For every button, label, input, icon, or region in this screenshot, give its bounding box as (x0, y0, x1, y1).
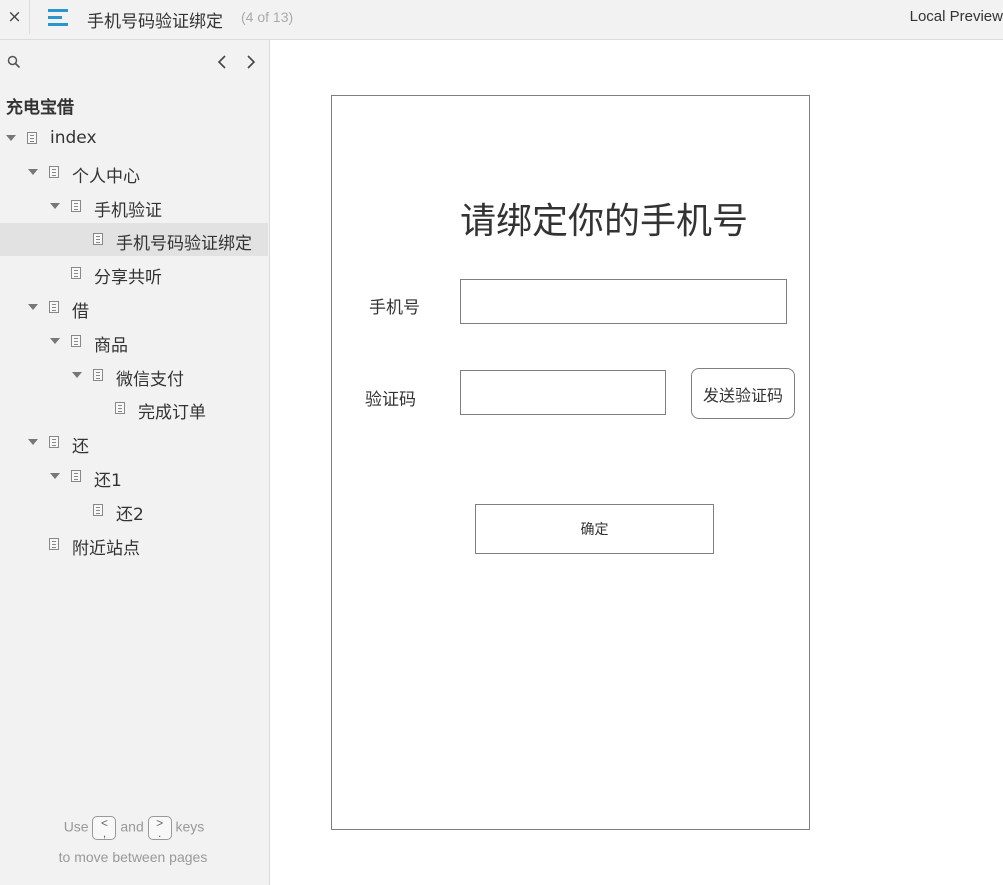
tree-item[interactable]: 手机号码验证绑定 (0, 223, 268, 257)
tree-item-label: 手机号码验证绑定 (116, 234, 252, 255)
phone-input[interactable] (460, 279, 787, 324)
tree-item[interactable]: 商品 (0, 325, 268, 358)
sidebar: 充电宝借 index 个人中心手机验证手机号码验证绑定分享共听借商品微信支付完成订… (0, 40, 270, 885)
expand-arrow-icon[interactable] (28, 439, 38, 446)
keyboard-hint: Use <, and >. keys (63, 816, 205, 840)
expand-arrow-icon[interactable] (28, 168, 38, 175)
page-icon (71, 470, 81, 482)
tree-item-label: 附近站点 (72, 538, 140, 559)
tree-item[interactable]: 微信支付 (0, 359, 268, 392)
page-icon (49, 537, 59, 550)
tree-item-label: index (50, 128, 97, 148)
page-icon (93, 233, 103, 246)
tree-item[interactable]: 还2 (0, 494, 268, 527)
tree-item-label: 微信支付 (116, 369, 184, 390)
tree-item[interactable]: 手机验证 (0, 190, 268, 223)
tree-item-label: 还 (72, 437, 89, 458)
expand-arrow-icon[interactable] (50, 202, 60, 209)
page-icon (93, 368, 103, 381)
tree-item-label: 完成订单 (138, 403, 206, 424)
tree-item[interactable]: 还 (0, 426, 268, 459)
hamburger-menu-icon[interactable] (47, 7, 71, 29)
tree-item-label: 手机验证 (94, 200, 162, 221)
chevron-right-icon[interactable] (242, 52, 260, 72)
project-name: 充电宝借 (6, 98, 74, 118)
verification-code-label: 验证码 (365, 390, 416, 410)
close-icon: × (7, 7, 22, 27)
tree-item[interactable]: 附近站点 (0, 528, 268, 561)
tree-item[interactable]: 完成订单 (0, 392, 268, 425)
bind-phone-heading: 请绑定你的手机号 (460, 201, 749, 242)
tree-item[interactable]: 还1 (0, 460, 268, 493)
top-bar: × 手机号码验证绑定 (4 of 13) Local Preview (0, 0, 1003, 40)
tree-item-label: 借 (72, 302, 89, 322)
expand-arrow-icon[interactable] (28, 304, 38, 310)
tree-item[interactable]: 借 (0, 291, 268, 324)
chevron-left-icon[interactable] (213, 52, 231, 72)
page-icon (93, 503, 103, 516)
page-icon (115, 402, 125, 415)
page-icon (71, 334, 81, 347)
expand-arrow-icon[interactable] (50, 337, 60, 344)
page-count: (4 of 13) (241, 9, 294, 25)
expand-arrow-icon[interactable] (72, 371, 82, 378)
send-code-button[interactable]: 发送验证码 (691, 368, 795, 419)
tree-item-label: 还1 (94, 471, 122, 491)
tree-item[interactable]: 分享共听 (0, 257, 268, 290)
tree-item[interactable]: index (0, 122, 268, 155)
tree-item-label: 个人中心 (72, 166, 140, 187)
phone-label: 手机号 (369, 298, 420, 318)
verification-code-input[interactable] (460, 370, 666, 415)
tree-item-label: 商品 (94, 335, 128, 356)
keyboard-hint-line2: to move between pages (58, 849, 208, 865)
page-title: 手机号码验证绑定 (87, 12, 223, 32)
close-button[interactable]: × (0, 0, 30, 34)
prev-key-icon: <, (92, 816, 117, 840)
page-icon (71, 267, 81, 280)
page-icon (49, 165, 59, 178)
prototype-frame: 请绑定你的手机号 手机号 验证码 发送验证码 确定 (331, 95, 810, 830)
tree-item[interactable]: 个人中心 (0, 156, 268, 189)
next-key-icon: >. (147, 816, 172, 840)
tree-item-label: 还2 (116, 504, 144, 525)
confirm-button[interactable]: 确定 (475, 504, 714, 554)
page-icon (27, 132, 37, 144)
expand-arrow-icon[interactable] (50, 473, 60, 479)
tree-item-label: 分享共听 (94, 268, 162, 289)
page-icon (71, 199, 81, 212)
expand-arrow-icon[interactable] (6, 135, 16, 141)
search-icon[interactable] (7, 55, 21, 69)
page-icon (49, 436, 59, 449)
local-preview-label: Local Preview (909, 8, 1003, 25)
page-icon (49, 301, 59, 313)
